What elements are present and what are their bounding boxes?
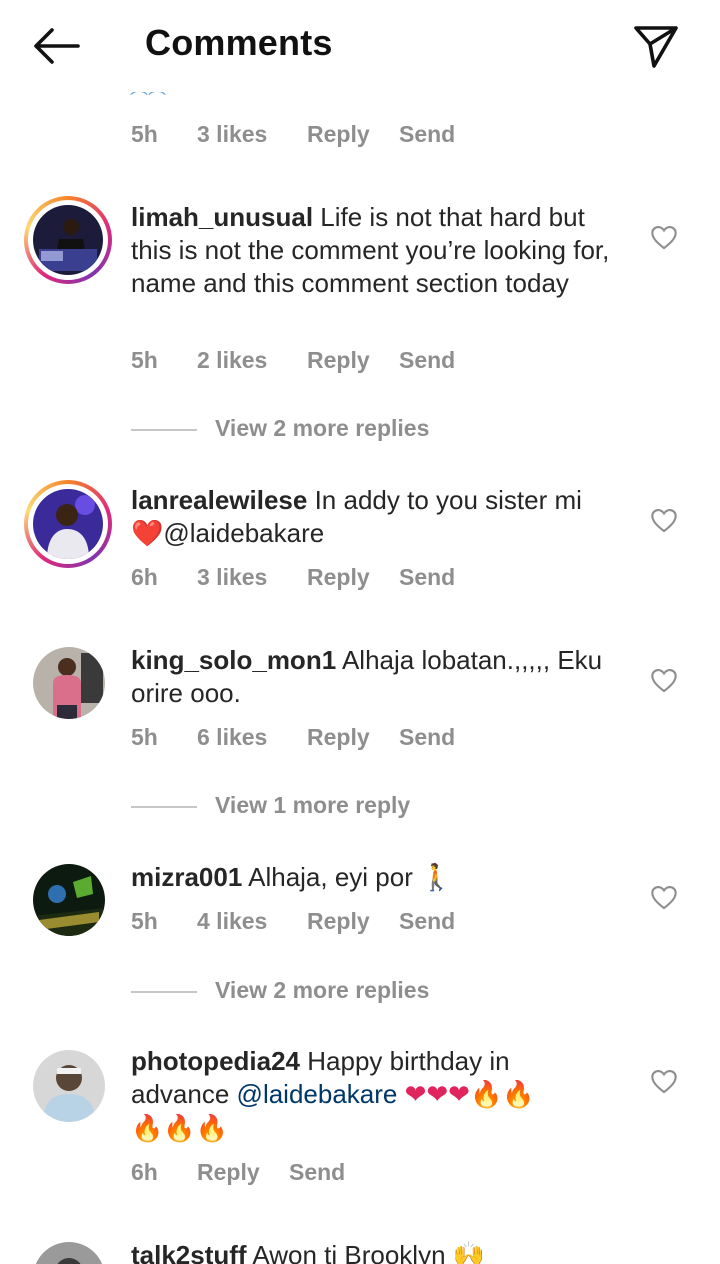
comment-time: 5h <box>131 908 158 934</box>
avatar[interactable] <box>33 1050 105 1122</box>
paper-plane-icon <box>634 26 678 68</box>
comment-username[interactable]: photopedia24 <box>131 1046 300 1076</box>
send-button[interactable]: Send <box>399 724 455 751</box>
reply-button[interactable]: Reply <box>307 121 370 148</box>
comment-likes[interactable]: 3 likes <box>197 564 267 591</box>
comment-username[interactable]: lanrealewilese <box>131 485 307 515</box>
comment-username[interactable]: talk2stuff <box>131 1240 247 1264</box>
reply-button[interactable]: Reply <box>307 347 370 374</box>
avatar[interactable] <box>33 864 105 936</box>
avatar-story-ring[interactable] <box>24 480 112 568</box>
raised-hands-emoji: 🙌 <box>452 1241 486 1264</box>
comment-text: limah_unusual Life is not that hard but … <box>131 201 611 300</box>
like-heart-icon[interactable] <box>650 224 678 250</box>
top-app-bar: Comments <box>0 0 720 92</box>
avatar <box>33 489 103 559</box>
comment-text: mizra001 Alhaja, eyi por 🚶 <box>131 861 611 895</box>
like-heart-icon[interactable] <box>650 884 678 910</box>
comments-list[interactable]: ⌒⌒ 5h 3 likes Reply Send limah_unusual L… <box>0 0 720 1264</box>
comment-text: lanrealewilese In addy to you sister mi … <box>131 484 611 551</box>
fire-emojis: 🔥🔥 <box>469 1080 535 1110</box>
comment-mention[interactable]: @laidebakare <box>163 518 324 548</box>
walking-emoji: 🚶 <box>420 863 453 893</box>
page-title: Comments <box>145 22 333 63</box>
send-button[interactable]: Send <box>289 1159 345 1186</box>
comment-time: 6h <box>131 564 158 590</box>
like-heart-icon[interactable] <box>650 1068 678 1094</box>
comment-time: 5h <box>131 121 158 147</box>
avatar-story-ring[interactable] <box>24 196 112 284</box>
view-more-replies-label[interactable]: View 2 more replies <box>215 415 429 442</box>
fire-emojis: 🔥🔥🔥 <box>131 1114 229 1144</box>
reply-button[interactable]: Reply <box>307 724 370 751</box>
share-button[interactable] <box>630 20 682 72</box>
reply-button[interactable]: Reply <box>307 564 370 591</box>
comment-text: photopedia24 Happy birthday in advance @… <box>131 1045 611 1146</box>
comment-username[interactable]: mizra001 <box>131 862 242 892</box>
avatar <box>33 205 103 275</box>
view-more-replies-label[interactable]: View 1 more reply <box>215 792 410 819</box>
comment-body: Alhaja, eyi por <box>248 862 413 892</box>
avatar[interactable] <box>33 1242 105 1264</box>
comment-likes[interactable]: 4 likes <box>197 908 267 935</box>
partial-comment-text: ⌒⌒ <box>130 90 166 111</box>
comment-time: 5h <box>131 724 158 750</box>
heart-emoji: ❤️ <box>131 519 164 549</box>
divider-line <box>131 806 197 808</box>
send-button[interactable]: Send <box>399 908 455 935</box>
heart-emojis: ❤❤❤ <box>404 1080 470 1110</box>
send-button[interactable]: Send <box>399 121 455 148</box>
send-button[interactable]: Send <box>399 564 455 591</box>
reply-button[interactable]: Reply <box>197 1159 260 1186</box>
comment-mention[interactable]: @laidebakare <box>237 1079 398 1109</box>
comment-likes[interactable]: 3 likes <box>197 121 267 148</box>
divider-line <box>131 991 197 993</box>
comment-text: king_solo_mon1 Alhaja lobatan.,,,,, Eku … <box>131 644 611 710</box>
comment-text: talk2stuff Awon ti Brooklyn 🙌 <box>131 1239 611 1264</box>
arrow-left-icon <box>34 28 80 64</box>
comment-likes[interactable]: 2 likes <box>197 347 267 374</box>
comment-time: 6h <box>131 1159 158 1185</box>
view-more-replies-label[interactable]: View 2 more replies <box>215 977 429 1004</box>
comment-time: 5h <box>131 347 158 373</box>
back-button[interactable] <box>28 24 84 68</box>
comment-body: In addy to you sister mi <box>314 485 582 515</box>
comment-body: Awon ti Brooklyn <box>252 1240 446 1264</box>
comment-username[interactable]: limah_unusual <box>131 202 313 232</box>
like-heart-icon[interactable] <box>650 507 678 533</box>
comment-likes[interactable]: 6 likes <box>197 724 267 751</box>
divider-line <box>131 429 197 431</box>
send-button[interactable]: Send <box>399 347 455 374</box>
reply-button[interactable]: Reply <box>307 908 370 935</box>
avatar[interactable] <box>33 647 105 719</box>
like-heart-icon[interactable] <box>650 667 678 693</box>
comment-username[interactable]: king_solo_mon1 <box>131 645 336 675</box>
